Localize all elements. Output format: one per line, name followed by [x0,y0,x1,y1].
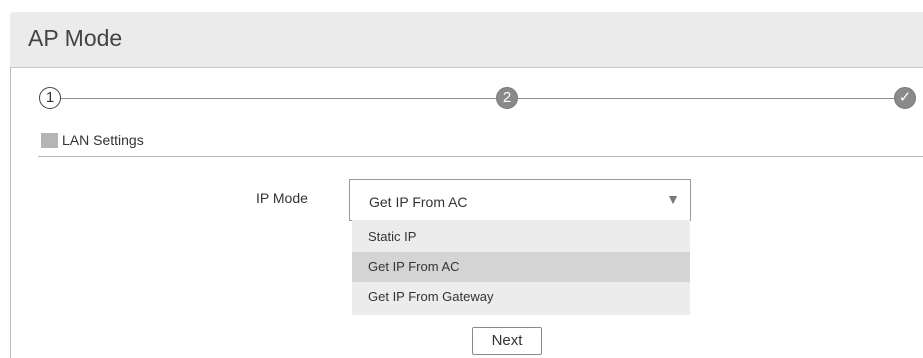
ip-mode-select[interactable]: Get IP From AC ▼ [349,179,691,221]
ip-mode-selected-value: Get IP From AC [369,194,468,210]
dropdown-arrow-icon: ▼ [666,191,680,207]
ap-mode-page: AP Mode 1 2 ✓ LAN Settings IP Mode Get I… [0,0,923,358]
section-marker-icon [41,133,58,148]
next-button[interactable]: Next [472,327,542,355]
page-header [10,12,923,68]
option-get-ip-from-ac[interactable]: Get IP From AC [352,252,690,282]
step-connector-2-3 [518,98,894,99]
step-3-check-icon: ✓ [894,87,916,109]
option-get-ip-from-gateway[interactable]: Get IP From Gateway [352,282,690,312]
section-divider [38,156,923,157]
option-static-ip[interactable]: Static IP [352,222,690,252]
step-connector-1-2 [61,98,496,99]
page-title: AP Mode [28,25,123,51]
ip-mode-label: IP Mode [256,190,308,206]
ip-mode-options-list: Static IP Get IP From AC Get IP From Gat… [352,220,690,315]
step-1-indicator: 1 [39,87,61,109]
step-2-indicator: 2 [496,87,518,109]
section-title: LAN Settings [62,132,144,148]
